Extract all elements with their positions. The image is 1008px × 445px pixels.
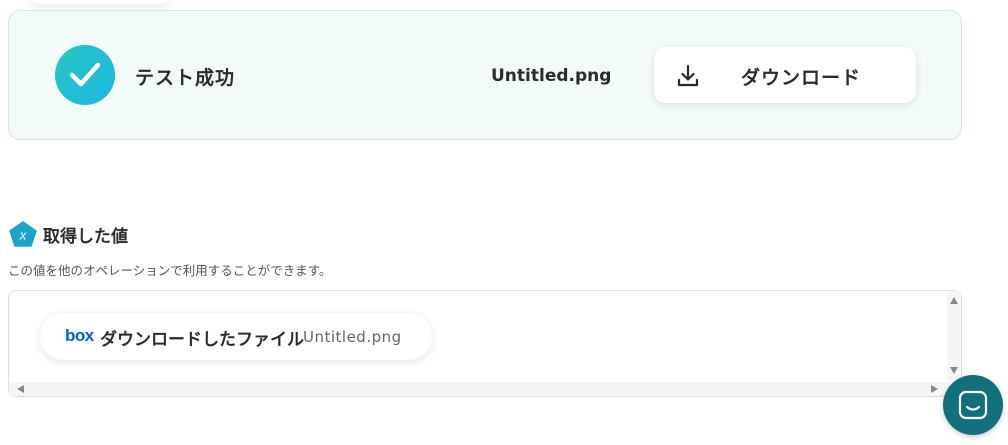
test-result-panel: テスト成功 Untitled.png ダウンロード [8, 10, 962, 140]
value-chip-value: Untitled.png [303, 328, 402, 346]
value-chip[interactable]: box ダウンロードしたファイル Untitled.png [40, 313, 432, 360]
result-file-name: Untitled.png [491, 66, 612, 86]
horizontal-scrollbar[interactable] [9, 382, 949, 396]
svg-text:x: x [18, 229, 27, 243]
retrieved-values-title: 取得した値 [43, 227, 128, 247]
status-text: テスト成功 [135, 67, 236, 89]
vertical-scrollbar[interactable] [947, 291, 961, 381]
value-chip-label: ダウンロードしたファイル [100, 330, 304, 350]
download-button[interactable]: ダウンロード [654, 47, 916, 103]
scroll-left-arrow-icon[interactable] [17, 385, 24, 393]
success-check-icon [55, 45, 115, 105]
retrieved-values-description: この値を他のオペレーションで利用することができます。 [8, 263, 332, 278]
download-button-label: ダウンロード [741, 67, 862, 89]
retrieved-values-box: box ダウンロードしたファイル Untitled.png [8, 290, 962, 397]
scroll-up-arrow-icon[interactable] [950, 297, 958, 304]
chat-support-button[interactable] [943, 375, 1003, 435]
scroll-right-arrow-icon[interactable] [931, 385, 938, 393]
variable-icon: x [9, 221, 37, 251]
download-icon [676, 64, 700, 92]
box-logo-icon: box [65, 326, 94, 345]
top-card-edge [30, 0, 170, 4]
scroll-down-arrow-icon[interactable] [950, 367, 958, 374]
